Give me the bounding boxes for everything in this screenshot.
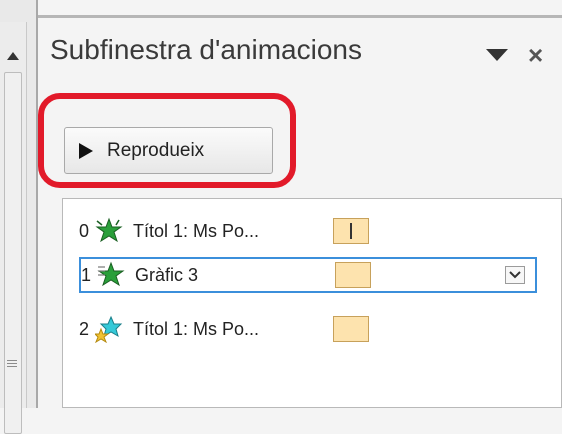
animation-label: Gràfic 3 — [135, 264, 199, 285]
scroll-thumb[interactable] — [4, 72, 22, 434]
animation-label: Títol 1: Ms Po... — [133, 220, 260, 241]
play-icon — [79, 142, 93, 159]
star-effect-icon — [97, 261, 125, 287]
play-button-label: Reprodueix — [107, 139, 205, 161]
chevron-down-icon[interactable] — [505, 266, 525, 284]
animation-label: Títol 1: Ms Po... — [133, 318, 260, 339]
timing-bar[interactable] — [335, 262, 371, 288]
pane-top-border — [38, 15, 562, 18]
scroll-up-arrow-icon[interactable] — [4, 48, 22, 64]
pane-left-border — [36, 0, 38, 408]
star-effect-icon — [95, 315, 123, 343]
animation-list[interactable]: 0 Títol 1: Ms Po... 1 Gràfic 3 2 Títol 1… — [62, 198, 562, 408]
star-effect-icon — [95, 217, 123, 243]
animation-index: 2 — [79, 318, 90, 339]
scroll-grip-icon — [7, 358, 17, 368]
timing-bar[interactable] — [333, 316, 369, 342]
pane-title: Subfinestra d'animacions — [50, 34, 362, 65]
animation-item[interactable]: 2 Títol 1: Ms Po... — [79, 311, 537, 347]
pane-options-dropdown-icon[interactable] — [486, 49, 508, 61]
animation-item-selected[interactable]: 1 Gràfic 3 — [79, 257, 537, 293]
vertical-scrollbar[interactable] — [0, 22, 27, 434]
timing-marker — [350, 223, 352, 239]
animation-index: 0 — [79, 220, 90, 241]
animation-item[interactable]: 0 Títol 1: Ms Po... — [79, 213, 537, 249]
play-button[interactable]: Reprodueix — [64, 127, 273, 174]
close-icon[interactable]: × — [528, 40, 543, 71]
timing-bar[interactable] — [333, 218, 369, 244]
animation-index: 1 — [81, 264, 92, 285]
